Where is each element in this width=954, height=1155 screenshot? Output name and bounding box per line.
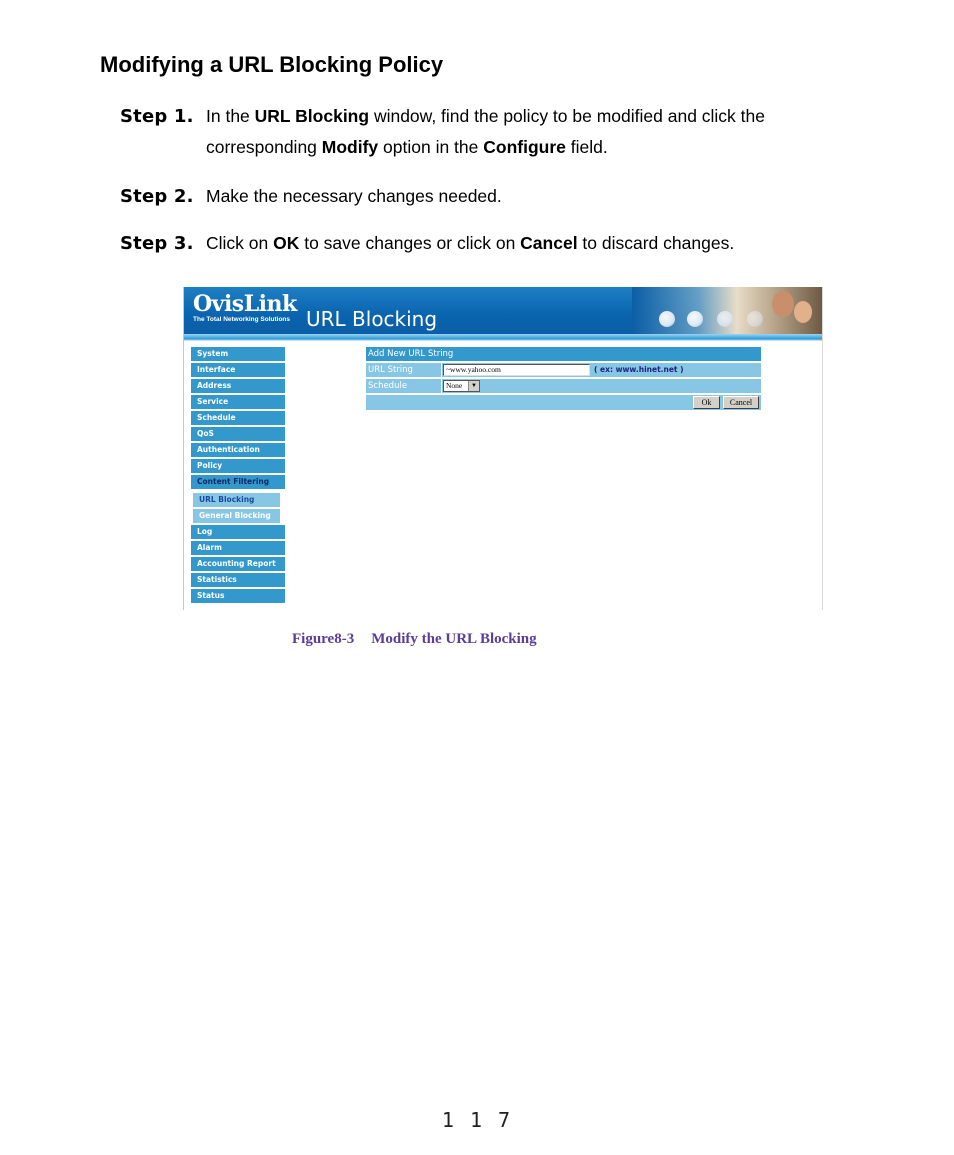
step-label: Step 3. <box>120 233 194 254</box>
banner-stripe <box>184 334 822 341</box>
page-heading: URL Blocking <box>306 307 438 331</box>
step-text: to save changes or click on <box>299 233 521 253</box>
schedule-select[interactable]: None ▼ <box>443 380 480 392</box>
nav-address[interactable]: Address <box>191 379 285 393</box>
schedule-value: None <box>446 381 463 390</box>
divider <box>441 379 442 393</box>
step-text: Make the necessary changes needed. <box>206 186 502 206</box>
step-continuation: corresponding Modify option in the Confi… <box>120 132 765 162</box>
step-text: In the <box>206 106 255 126</box>
url-string-input[interactable]: ~www.yahoo.com <box>443 364 590 376</box>
url-string-label: URL String <box>368 365 413 375</box>
url-string-row: URL String ~www.yahoo.com ( ex: www.hine… <box>366 363 761 377</box>
cancel-button[interactable]: Cancel <box>723 396 759 409</box>
globe-icon <box>747 311 763 327</box>
step-emphasis: Configure <box>483 137 566 157</box>
globe-icon <box>717 311 733 327</box>
sidebar-nav: System Interface Address Service Schedul… <box>191 347 285 605</box>
step-text: field. <box>565 137 608 157</box>
step-text: corresponding <box>206 137 322 157</box>
nav-schedule[interactable]: Schedule <box>191 411 285 425</box>
step-3: Step 3. Click on OK to save changes or cl… <box>120 228 734 259</box>
page-number: 1 1 7 <box>441 1108 513 1132</box>
figure-caption-text: Modify the URL Blocking <box>371 631 537 647</box>
logo-name: OvisLink <box>193 291 297 317</box>
step-text: window, find the policy to be modified a… <box>369 106 765 126</box>
schedule-label: Schedule <box>368 381 408 391</box>
nav-system[interactable]: System <box>191 347 285 361</box>
globe-icon <box>687 311 703 327</box>
step-text: option in the <box>378 137 484 157</box>
divider <box>441 363 442 377</box>
nav-statistics[interactable]: Statistics <box>191 573 285 587</box>
nav-alarm[interactable]: Alarm <box>191 541 285 555</box>
subnav-url-blocking[interactable]: URL Blocking <box>193 493 280 507</box>
photo-child-icon <box>794 301 812 323</box>
nav-status[interactable]: Status <box>191 589 285 603</box>
photo-person-icon <box>772 291 794 317</box>
ok-button[interactable]: Ok <box>693 396 720 409</box>
step-emphasis: URL Blocking <box>254 106 370 126</box>
url-string-form: Add New URL String URL String ~www.yahoo… <box>366 347 761 410</box>
nav-accounting-report[interactable]: Accounting Report <box>191 557 285 571</box>
subnav-general-blocking[interactable]: General Blocking <box>193 509 280 523</box>
step-label: Step 2. <box>120 186 194 207</box>
nav-service[interactable]: Service <box>191 395 285 409</box>
step-emphasis: Cancel <box>520 233 578 253</box>
figure-number: Figure8-3 <box>292 631 355 647</box>
figure-caption: Figure8-3 Modify the URL Blocking <box>292 631 537 648</box>
step-1: Step 1. In the URL Blocking window, find … <box>120 101 765 162</box>
section-title: Modifying a URL Blocking Policy <box>100 52 444 77</box>
step-text: to discard changes. <box>577 233 735 253</box>
nav-authentication[interactable]: Authentication <box>191 443 285 457</box>
step-emphasis: OK <box>273 233 300 253</box>
globe-icon <box>659 311 675 327</box>
step-2: Step 2. Make the necessary changes needed… <box>120 181 502 212</box>
ovislink-logo: OvisLink The Total Networking Solutions <box>193 292 297 324</box>
chevron-down-icon[interactable]: ▼ <box>468 381 479 391</box>
step-text: Click on <box>206 233 274 253</box>
nav-log[interactable]: Log <box>191 525 285 539</box>
logo-tagline: The Total Networking Solutions <box>193 316 291 323</box>
nav-qos[interactable]: QoS <box>191 427 285 441</box>
step-label: Step 1. <box>120 106 194 127</box>
nav-interface[interactable]: Interface <box>191 363 285 377</box>
url-hint: ( ex: www.hinet.net ) <box>594 365 684 374</box>
nav-policy[interactable]: Policy <box>191 459 285 473</box>
nav-content-filtering[interactable]: Content Filtering <box>191 475 285 489</box>
header-banner: OvisLink The Total Networking Solutions … <box>184 287 822 334</box>
form-header: Add New URL String <box>366 347 761 361</box>
form-actions: Ok Cancel <box>366 395 761 410</box>
schedule-row: Schedule None ▼ <box>366 379 761 393</box>
url-blocking-screenshot: OvisLink The Total Networking Solutions … <box>183 287 823 610</box>
step-emphasis: Modify <box>321 137 379 157</box>
